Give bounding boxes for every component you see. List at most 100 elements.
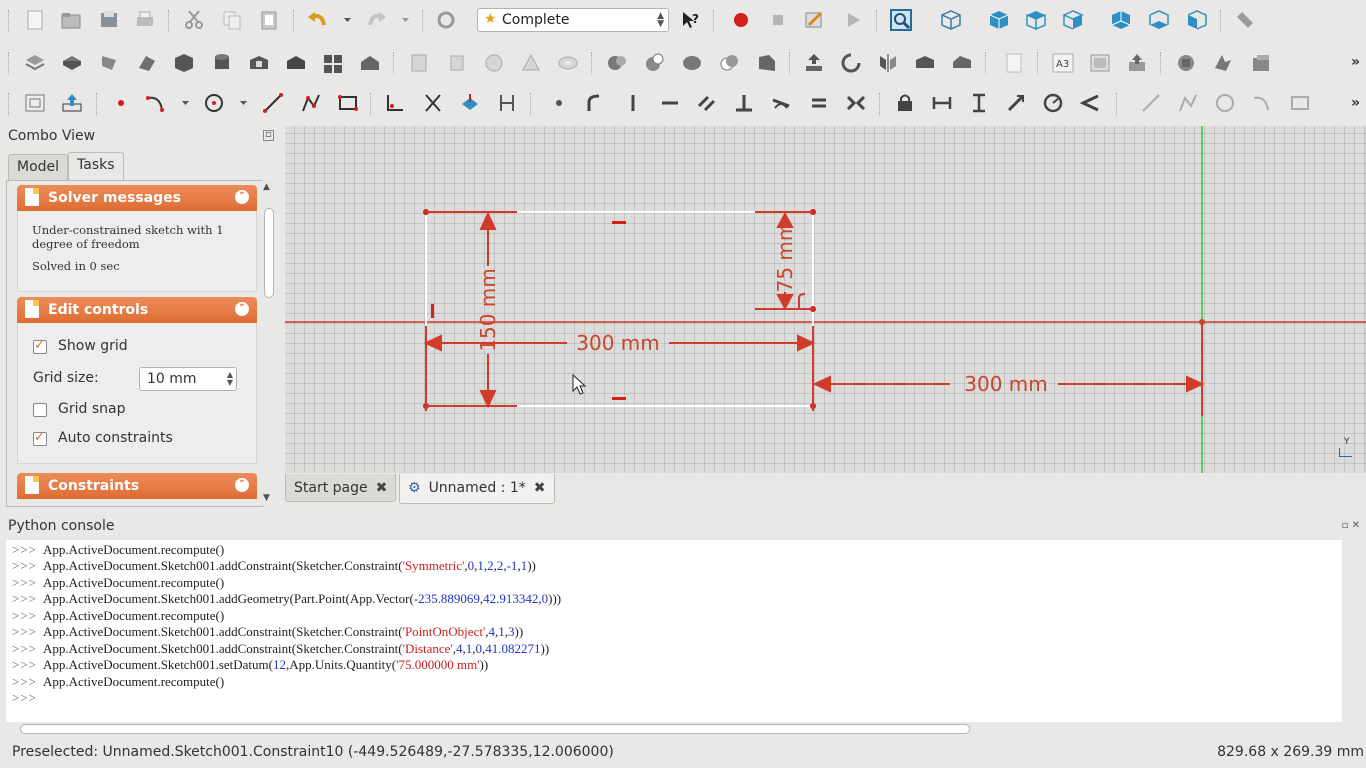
axonometric-view-icon[interactable] [940,9,962,31]
sketch-line-icon[interactable] [262,92,284,114]
orthographic-icon[interactable] [1175,52,1197,74]
toolbar-grip[interactable] [8,93,11,115]
sketch-point-icon[interactable] [110,92,132,114]
grid-snap-checkbox[interactable] [33,403,47,417]
run-macro-icon[interactable] [842,9,864,31]
view-sketch-icon[interactable] [24,92,46,114]
tab-start-page[interactable]: Start page ✖ [285,474,397,502]
new-document-icon[interactable] [24,9,46,31]
sketch-polyline-icon[interactable] [300,92,322,114]
common-icon[interactable] [718,52,740,74]
top-view-icon[interactable] [1025,9,1047,31]
clip-view-icon[interactable] [1250,52,1272,74]
arc-dropdown-icon[interactable] [178,92,200,114]
part-pocket-icon[interactable] [248,52,270,74]
constraint-parallel-icon[interactable] [696,92,718,114]
constraint-distance-icon[interactable] [1005,92,1027,114]
console-prompt-line[interactable]: >>> [12,690,43,706]
float-panel-button[interactable]: ▫ [263,130,274,141]
sketch-polyline-disabled-icon[interactable] [1177,92,1199,114]
undo-dropdown-icon[interactable] [340,9,362,31]
constraint-horizontal-distance-icon[interactable] [931,92,953,114]
constraint-radius-icon[interactable] [1042,92,1064,114]
sketch-rectangle-disabled-icon[interactable] [1289,92,1311,114]
measure-icon[interactable] [1234,9,1256,31]
part-sweep-icon[interactable] [136,52,158,74]
toolbar-overflow-button[interactable]: » [1351,95,1360,111]
constraint-coincident-icon[interactable] [548,92,570,114]
collapse-chevron-icon[interactable]: ⌃ [235,302,249,316]
rear-view-icon[interactable] [1110,9,1132,31]
paste-icon[interactable] [258,9,280,31]
sketch-trim-icon[interactable] [422,92,444,114]
edit-controls-header[interactable]: Edit controls ⌃ [17,297,257,323]
close-icon[interactable]: ✖ [534,480,546,496]
toolbar-grip[interactable] [8,10,11,32]
mirror-icon[interactable] [877,52,899,74]
auto-constraints-checkbox[interactable] [33,430,47,446]
toolbar-grip[interactable] [8,52,11,74]
sketch-arc-icon[interactable] [145,92,167,114]
workbench-selector[interactable]: ★ Complete ▲ ▼ [477,8,669,32]
scroll-up-icon[interactable]: ▲ [263,182,270,192]
edit-macro-icon[interactable] [803,9,825,31]
extrude-icon[interactable] [803,52,825,74]
constraint-angle-icon[interactable] [1079,92,1101,114]
sketch-line-disabled-icon[interactable] [1140,92,1162,114]
constraint-point-on-object-icon[interactable] [585,92,607,114]
scrollbar-thumb[interactable] [264,208,274,298]
front-view-icon[interactable] [988,9,1010,31]
record-macro-icon[interactable] [730,9,752,31]
primitive-cone-icon[interactable] [520,52,542,74]
construction-mode-icon[interactable] [496,92,518,114]
part-layers-icon[interactable] [24,52,46,74]
whats-this-icon[interactable]: ? [680,9,702,31]
fillet-icon[interactable] [914,52,936,74]
collapse-chevron-icon[interactable]: ⌃ [235,478,249,492]
insert-view-icon[interactable] [1089,52,1111,74]
sketch-canvas[interactable]: 300 mm 300 mm 150 mm 75 mm [285,126,1366,473]
tasks-scrollbar[interactable]: ▲ ▼ [262,180,276,505]
show-grid-checkbox[interactable] [33,338,47,354]
part-box-flat-icon[interactable] [61,52,83,74]
part-shape-icon[interactable] [98,52,120,74]
scroll-down-icon[interactable]: ▼ [263,493,270,503]
constraint-lock-icon[interactable] [894,92,916,114]
grid-size-spinbox[interactable]: 10 mm ▲ ▼ [139,367,237,391]
copy-icon[interactable] [221,9,243,31]
primitive-box-icon[interactable] [408,52,430,74]
constraint-perpendicular-icon[interactable] [733,92,755,114]
collapse-chevron-icon[interactable]: ⌃ [235,190,249,204]
revolve-icon[interactable] [840,52,862,74]
external-geometry-icon[interactable] [459,92,481,114]
constraint-equal-icon[interactable] [808,92,830,114]
constraint-vertical-icon[interactable] [622,92,644,114]
part-cube-icon[interactable] [173,52,195,74]
sketch-circle-icon[interactable] [203,92,225,114]
sketch-fillet-icon[interactable] [384,92,406,114]
refresh-icon[interactable] [435,9,457,31]
shape-section-icon[interactable] [756,52,778,74]
python-console-output[interactable]: >>> App.ActiveDocument.recompute() >>> App… [6,540,1342,722]
panel-buttons[interactable]: ▫ ✕ [1342,520,1360,531]
tab-tasks[interactable]: Tasks [68,152,124,180]
right-view-icon[interactable] [1062,9,1084,31]
primitive-sphere-icon[interactable] [483,52,505,74]
chamfer-icon[interactable] [951,52,973,74]
export-page-icon[interactable] [1126,52,1148,74]
sketch-rectangle-icon[interactable] [337,92,359,114]
boolean-icon[interactable] [606,52,628,74]
circle-dropdown-icon[interactable] [236,92,258,114]
print-icon[interactable] [134,9,156,31]
redo-dropdown-icon[interactable] [398,9,420,31]
solver-messages-header[interactable]: Solver messages ⌃ [17,185,257,211]
scrollbar-thumb[interactable] [20,724,970,734]
close-icon[interactable]: ✖ [376,480,388,496]
fit-all-icon[interactable] [890,9,912,31]
spin-arrows-icon[interactable]: ▲ ▼ [227,371,233,387]
redo-icon[interactable] [366,9,388,31]
sketch-arc-disabled-icon[interactable] [1251,92,1273,114]
tab-model[interactable]: Model [8,154,69,180]
constraint-horizontal-icon[interactable] [659,92,681,114]
constraint-symmetric-icon[interactable] [845,92,867,114]
